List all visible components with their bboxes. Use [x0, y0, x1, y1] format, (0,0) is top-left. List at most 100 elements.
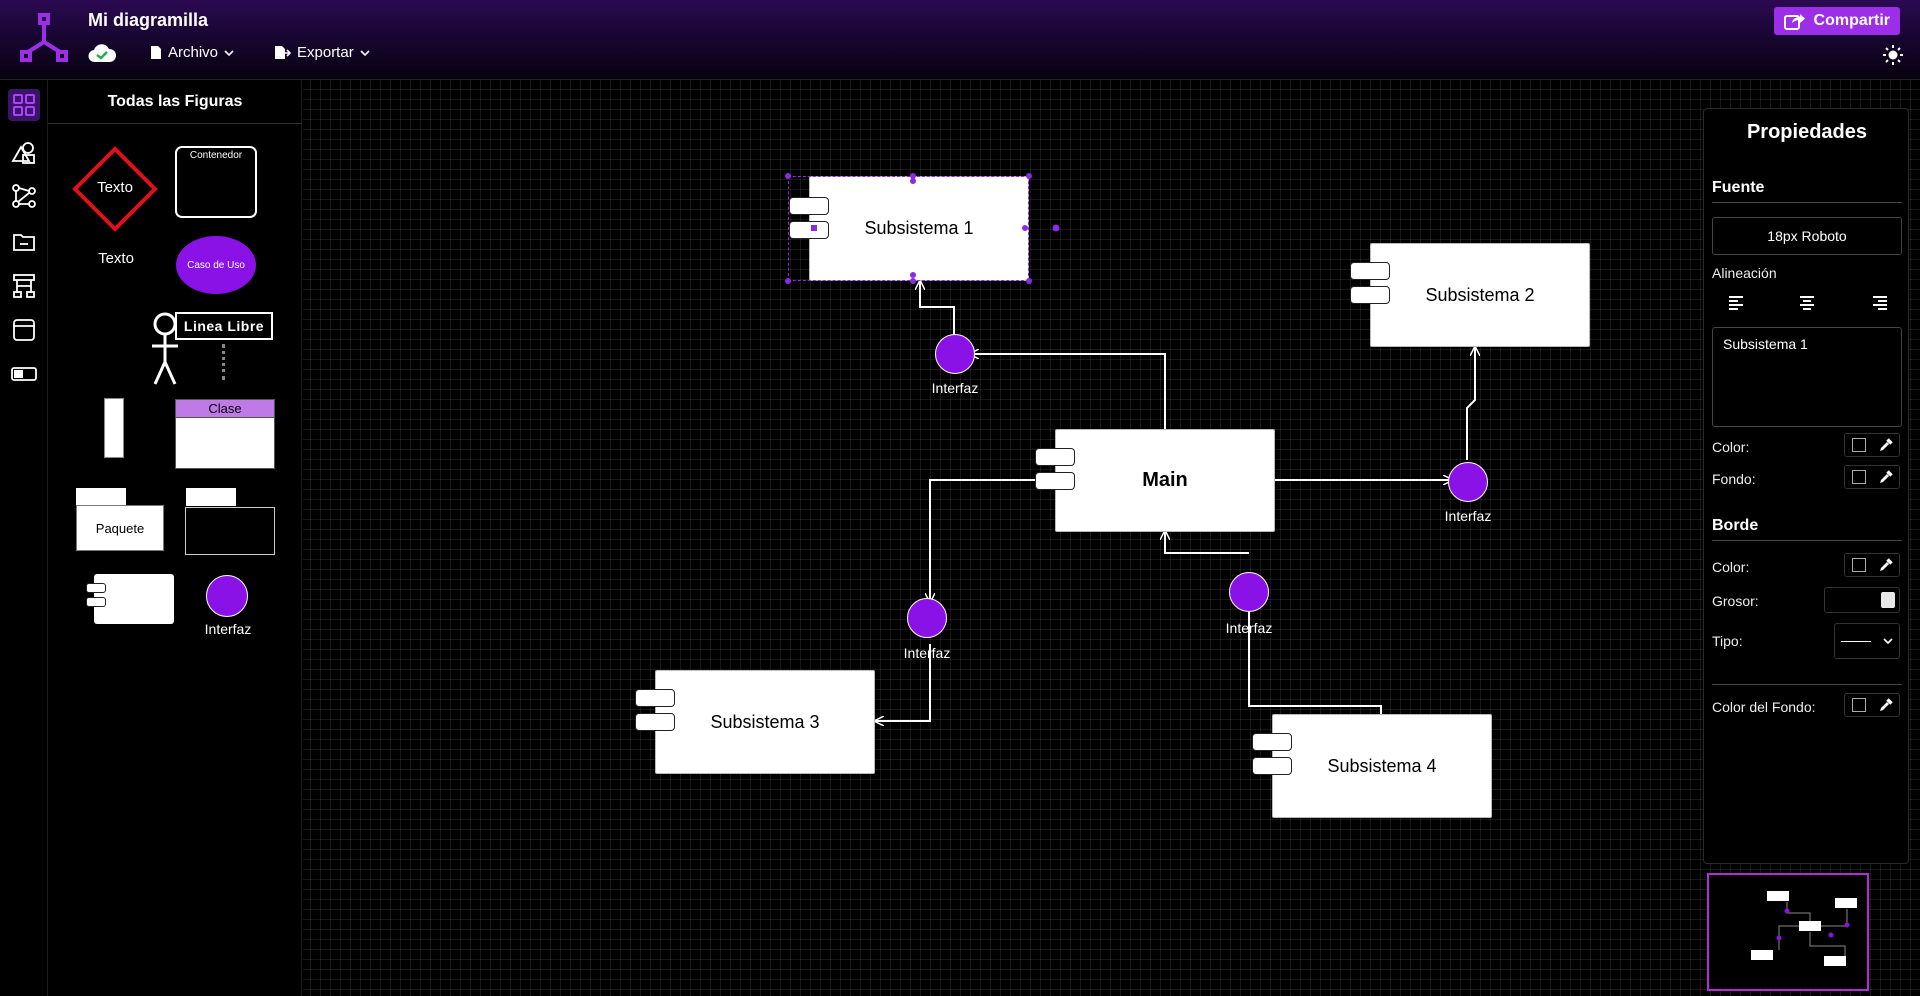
component-label: Main: [1142, 469, 1188, 491]
minimap-preview: [1751, 891, 1857, 966]
chevron-down-icon: [224, 49, 234, 56]
divider: [1712, 684, 1902, 685]
component-port: [635, 689, 675, 707]
text-area-value: Subsistema 1: [1723, 336, 1808, 352]
component-subsistema-4[interactable]: Subsistema 4: [1252, 714, 1492, 818]
menu-archivo-label: Archivo: [168, 44, 219, 61]
component-tab: [86, 583, 106, 593]
hierarchy-icon: [13, 274, 35, 298]
bg-color-label: Color del Fondo:: [1712, 699, 1816, 715]
text-area[interactable]: Subsistema 1: [1712, 327, 1902, 427]
menu-exportar[interactable]: Exportar: [274, 44, 370, 61]
rail-toggle[interactable]: [8, 358, 40, 390]
selection-handles: [785, 173, 1060, 284]
thickness-input[interactable]: [1824, 587, 1900, 613]
palette-interface[interactable]: [206, 575, 248, 617]
font-select-value: 18px Roboto: [1767, 228, 1847, 244]
component-main[interactable]: Main: [1035, 429, 1275, 532]
interface-4-label: Interfaz: [1225, 620, 1273, 636]
share-icon: [1783, 14, 1805, 30]
palette-text[interactable]: Texto: [88, 250, 144, 267]
type-label: Tipo:: [1712, 633, 1743, 649]
palette-interface-label: Interfaz: [204, 621, 252, 637]
rail-window[interactable]: [8, 314, 40, 346]
palette-container[interactable]: Contenedor: [175, 146, 257, 218]
palette-lifeline[interactable]: [104, 398, 124, 458]
interface-1-label: Interfaz: [931, 380, 979, 396]
align-center-icon[interactable]: [1798, 295, 1816, 311]
connector-iface4-to-main[interactable]: [1165, 531, 1249, 554]
divider: [1712, 202, 1902, 203]
interface-3[interactable]: [907, 598, 947, 638]
component-label: Subsistema 3: [710, 711, 820, 732]
component-port: [1350, 262, 1390, 280]
interface-3-label: Interfaz: [903, 645, 951, 661]
stepper-icon[interactable]: [1881, 592, 1895, 608]
share-button[interactable]: Compartir: [1773, 7, 1900, 35]
export-file-icon: [275, 46, 291, 59]
connector-s4-to-iface4[interactable]: [1249, 575, 1382, 714]
rail-relations[interactable]: [8, 180, 40, 212]
palette-component[interactable]: [86, 574, 174, 624]
package-empty-tab: [186, 488, 236, 506]
menu-exportar-label: Exportar: [297, 44, 354, 61]
chevron-down-icon: [360, 49, 370, 56]
properties-title: Propiedades: [1746, 121, 1868, 143]
rail-folder[interactable]: [8, 226, 40, 258]
align-right-icon[interactable]: [1870, 295, 1888, 311]
color-picker[interactable]: [1844, 433, 1900, 457]
interface-1[interactable]: [935, 334, 975, 374]
file-icon: [151, 46, 161, 59]
rail-shapes[interactable]: [8, 136, 40, 168]
palette-usecase[interactable]: Caso de Uso: [176, 236, 256, 294]
line-type-select[interactable]: [1834, 623, 1900, 659]
dotted-line: [222, 344, 225, 380]
alignment-label: Alineación: [1712, 265, 1777, 281]
diagram-title[interactable]: Mi diagramilla: [88, 10, 208, 31]
interface-4[interactable]: [1229, 572, 1269, 612]
palette-package-empty[interactable]: [185, 507, 275, 555]
palette-class[interactable]: Clase: [175, 399, 275, 469]
cloud-saved-icon: [88, 44, 116, 63]
diagram-canvas[interactable]: Subsistema 1 Subsistema 2 Main Subsistem…: [303, 80, 1920, 996]
connector-iface2-to-s2[interactable]: [1466, 347, 1475, 460]
component-label: Subsistema 2: [1425, 284, 1535, 305]
thickness-label: Grosor:: [1712, 593, 1759, 609]
palette-title: Todas las Figuras: [107, 93, 243, 110]
component-port: [1035, 472, 1075, 490]
theme-toggle-sun-icon[interactable]: [1882, 44, 1904, 66]
interface-2[interactable]: [1448, 462, 1488, 502]
rail-hierarchy[interactable]: [8, 270, 40, 302]
color-swatch: [1851, 438, 1866, 452]
connector-main-to-iface3[interactable]: [930, 479, 1039, 602]
connector-main-to-iface1[interactable]: [970, 354, 1166, 429]
solid-line-preview: [1841, 640, 1871, 642]
component-tab: [86, 597, 106, 607]
properties-panel: Propiedades Fuente 18px Roboto Alineació…: [1703, 108, 1909, 864]
border-section-title: Borde: [1712, 517, 1759, 534]
fill-picker[interactable]: [1844, 465, 1900, 489]
component-subsistema-3[interactable]: Subsistema 3: [635, 670, 875, 774]
minimap[interactable]: [1707, 873, 1869, 991]
align-left-icon[interactable]: [1728, 295, 1746, 311]
chevron-down-icon: [1883, 638, 1893, 645]
shapes-icon: [11, 142, 35, 164]
palette-freeline[interactable]: Linea Libre: [175, 312, 273, 340]
font-select[interactable]: 18px Roboto: [1712, 217, 1902, 255]
palette-container-label: Contenedor: [189, 150, 243, 161]
share-button-label: Compartir: [1813, 12, 1890, 29]
rail-all-shapes[interactable]: [8, 89, 40, 121]
eyedropper-icon: [1879, 698, 1893, 711]
window-icon: [13, 319, 35, 341]
component-subsistema-2[interactable]: Subsistema 2: [1350, 243, 1590, 347]
palette-decision[interactable]: Texto: [72, 146, 158, 232]
palette-package[interactable]: Paquete: [76, 505, 164, 551]
border-color-picker[interactable]: [1844, 553, 1900, 577]
divider: [48, 123, 302, 124]
package-tab: [76, 488, 126, 506]
color-label: Color:: [1712, 439, 1750, 455]
menu-archivo[interactable]: Archivo: [150, 44, 234, 61]
fill-label: Fondo:: [1712, 471, 1756, 487]
component-port: [1252, 757, 1292, 775]
bg-color-picker[interactable]: [1844, 693, 1900, 717]
